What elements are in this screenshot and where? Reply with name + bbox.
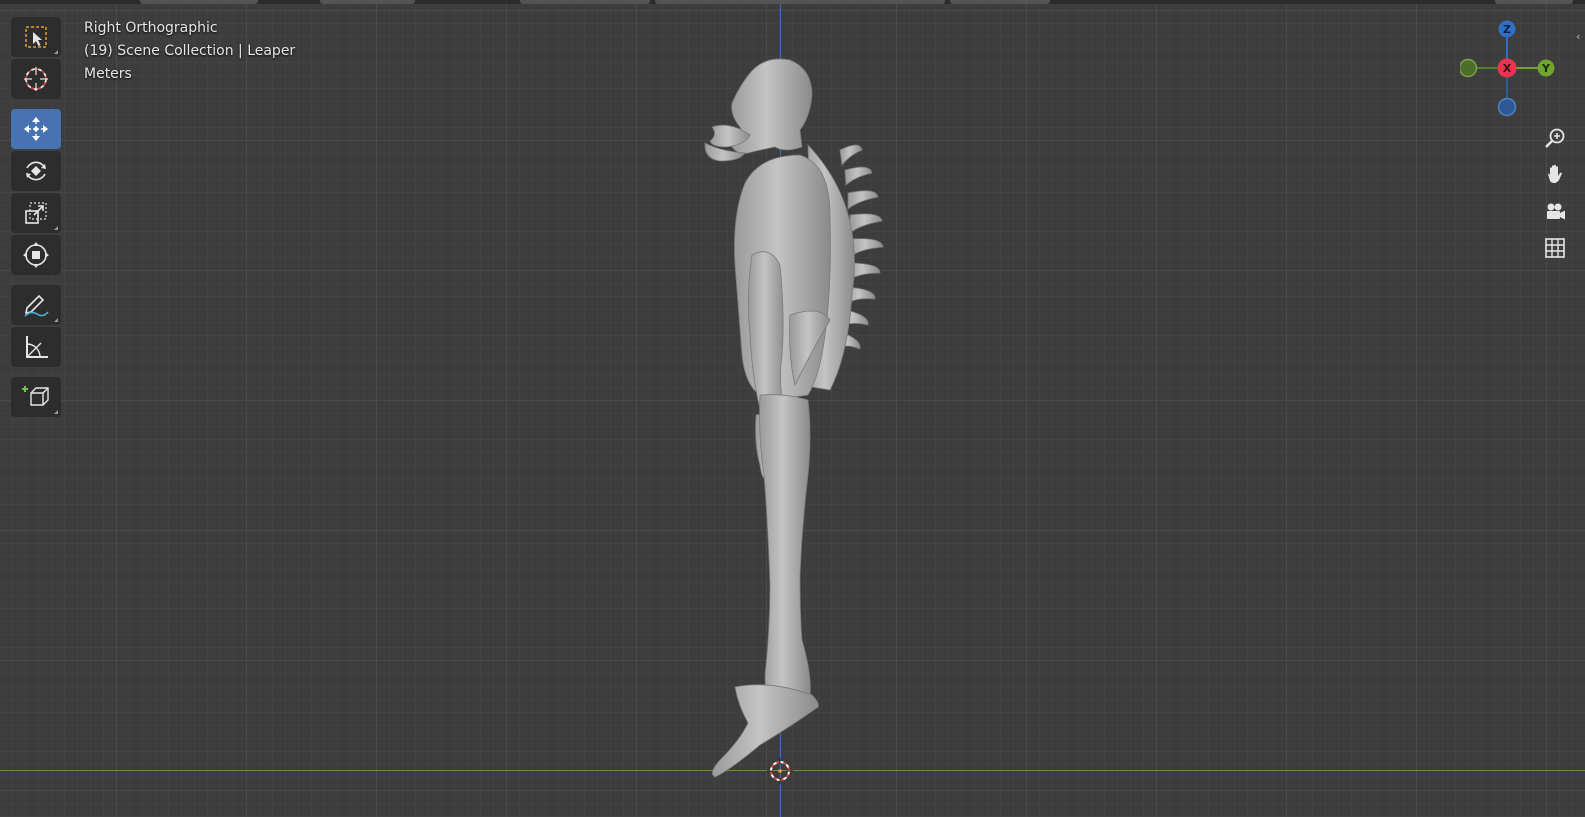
view-name: Right Orthographic [84, 20, 218, 36]
rotate-icon [26, 161, 46, 181]
units-label: Meters [84, 66, 132, 82]
cursor-icon [24, 67, 48, 91]
measure-tool[interactable] [11, 327, 61, 367]
move-icon [24, 117, 48, 141]
scale-tool[interactable] [11, 193, 61, 233]
3d-cursor-icon[interactable] [767, 758, 793, 784]
camera-icon [1547, 203, 1565, 220]
sidebar-toggle-icon[interactable]: ‹ [1576, 30, 1580, 43]
neg-z-axis-handle[interactable] [1497, 97, 1517, 117]
zoom-icon [1545, 128, 1565, 148]
select-box-icon [25, 26, 47, 48]
select-box-tool[interactable] [11, 17, 61, 57]
cursor-tool[interactable] [11, 59, 61, 99]
y-label: Y [1541, 62, 1551, 75]
zoom-button[interactable] [1540, 123, 1570, 153]
collection-info: (19) Scene Collection | Leaper [84, 43, 296, 59]
neg-y-axis-handle[interactable] [1460, 58, 1478, 78]
add-cube-tool[interactable] [11, 377, 61, 417]
move-tool[interactable] [11, 109, 61, 149]
measure-icon [26, 336, 48, 358]
tool-options-indicator [54, 410, 58, 414]
ortho-toggle-button[interactable] [1540, 233, 1570, 263]
grid-icon [1545, 238, 1565, 258]
pan-button[interactable] [1540, 159, 1570, 189]
scale-icon [25, 202, 47, 224]
transform-icon [23, 242, 49, 268]
tool-options-indicator [54, 50, 58, 54]
header-strip [0, 0, 1585, 4]
annotate-icon [24, 294, 49, 317]
camera-view-button[interactable] [1540, 197, 1570, 227]
add-cube-icon [22, 386, 49, 406]
hand-icon [1548, 164, 1562, 183]
z-label: Z [1503, 23, 1511, 36]
tool-options-indicator [54, 226, 58, 230]
navigation-gizmo[interactable]: Z X Y [1460, 18, 1570, 123]
x-label: X [1503, 62, 1512, 75]
transform-tool[interactable] [11, 235, 61, 275]
tool-options-indicator [54, 318, 58, 322]
leaper-model[interactable] [690, 55, 910, 795]
rotate-tool[interactable] [11, 151, 61, 191]
annotate-tool[interactable] [11, 285, 61, 325]
